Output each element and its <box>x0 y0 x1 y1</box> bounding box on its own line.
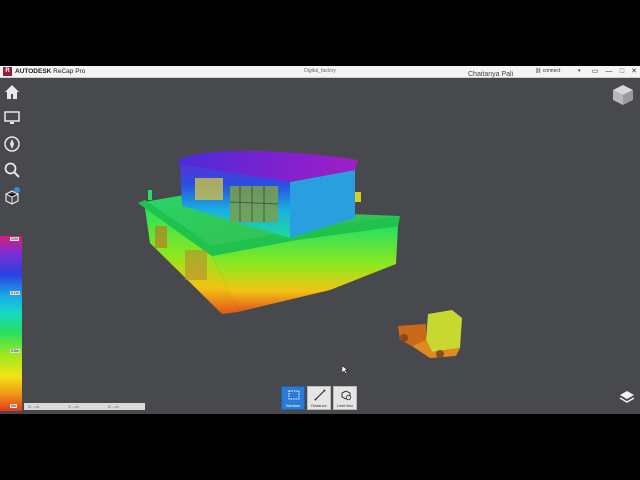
brand-product: ReCap Pro <box>53 68 86 75</box>
limit-box-icon <box>341 390 352 401</box>
distance-icon <box>314 389 326 401</box>
legend-tick: 0m <box>10 404 17 408</box>
legend-tick: 12m <box>10 237 19 241</box>
close-button[interactable]: ✕ <box>629 66 639 77</box>
truck-wheel <box>436 350 444 358</box>
coordinate-readout: X: --m Y: --m Z: --m <box>24 403 145 410</box>
compass-icon[interactable] <box>2 134 22 154</box>
coord-x: X: --m <box>28 404 39 409</box>
roof-vent <box>148 190 152 200</box>
roof-vent <box>355 192 361 202</box>
bay-door <box>155 226 167 248</box>
legend-tick: 5.6m <box>10 349 20 353</box>
view-cube-icon[interactable] <box>611 83 635 107</box>
message-button[interactable]: ▭ <box>590 66 600 77</box>
search-icon[interactable] <box>2 160 22 180</box>
limit-box-button[interactable]: Limit Box <box>333 386 357 410</box>
truck-cab <box>426 310 462 352</box>
connect-menu[interactable]: ⛓ connect <box>535 66 560 77</box>
point-cloud-icon[interactable] <box>2 186 22 206</box>
coord-y: Y: --m <box>68 404 79 409</box>
brand-autodesk: AUTODESK <box>15 68 52 75</box>
tool-label: Distance <box>311 403 327 408</box>
mouse-cursor-icon <box>342 366 348 374</box>
document-title: Digital_factory <box>304 68 336 74</box>
recap-window: R AUTODESK ReCap Pro Digital_factory Cha… <box>0 66 640 414</box>
window-select-button[interactable]: Window <box>281 386 305 410</box>
layers-icon[interactable] <box>618 389 636 405</box>
maximize-button[interactable]: □ <box>617 66 627 77</box>
recap-logo: R <box>3 67 12 76</box>
truck <box>398 310 462 358</box>
factory-building <box>138 151 400 314</box>
legend-tick: 9.1m <box>10 291 20 295</box>
bay-door <box>185 250 207 280</box>
window-select-icon <box>288 390 300 400</box>
coord-z: Z: --m <box>108 404 119 409</box>
tool-label: Limit Box <box>336 403 354 408</box>
home-icon[interactable] <box>2 82 22 102</box>
tool-label: Window <box>285 403 301 408</box>
link-icon: ⛓ <box>535 68 542 74</box>
point-cloud-viewport[interactable] <box>0 78 640 414</box>
elevation-color-legend: 12m 9.1m 5.6m 0m <box>0 236 22 411</box>
window-panel <box>195 178 223 200</box>
minimize-button[interactable]: — <box>604 66 614 77</box>
distance-button[interactable]: Distance <box>307 386 331 410</box>
product-name: AUTODESK ReCap Pro <box>15 66 85 77</box>
title-bar: R AUTODESK ReCap Pro Digital_factory Cha… <box>0 66 640 78</box>
connect-label: connect <box>542 68 561 74</box>
truck-wheel <box>400 334 408 342</box>
chevron-down-icon[interactable]: ▾ <box>578 66 581 77</box>
monitor-icon[interactable] <box>2 108 22 128</box>
